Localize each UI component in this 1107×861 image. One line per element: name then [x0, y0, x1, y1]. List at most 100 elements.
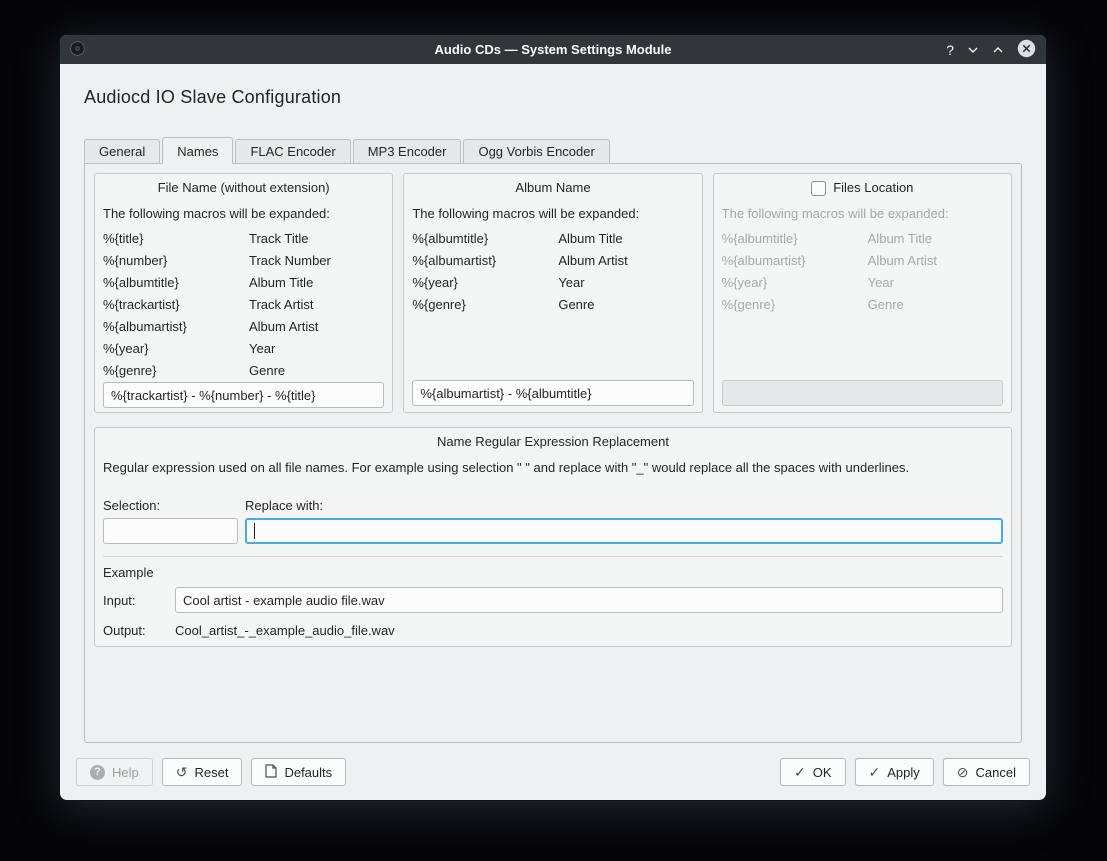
- macro-row: %{albumtitle} Album Title: [412, 228, 693, 250]
- file-name-groupbox: File Name (without extension) The follow…: [94, 173, 393, 413]
- macro-row: %{title} Track Title: [103, 228, 384, 250]
- defaults-button[interactable]: Defaults: [251, 758, 346, 786]
- example-output-label: Output:: [103, 623, 175, 638]
- album-name-groupbox-title: Album Name: [412, 180, 693, 196]
- settings-window: Audio CDs — System Settings Module ?: [60, 35, 1046, 800]
- cancel-button-label: Cancel: [976, 765, 1016, 780]
- macro-row: %{genre} Genre: [103, 360, 384, 382]
- ok-button[interactable]: ✓ OK: [780, 758, 846, 786]
- macro-description: Genre: [868, 294, 1003, 316]
- macro-name: %{albumtitle}: [722, 228, 868, 250]
- cancel-button[interactable]: ⊘ Cancel: [943, 758, 1030, 786]
- apply-button-label: Apply: [887, 765, 920, 780]
- macro-name: %{year}: [412, 272, 558, 294]
- titlebar-help-button[interactable]: ?: [946, 43, 954, 57]
- selection-input[interactable]: [103, 518, 238, 544]
- album-name-macros-intro: The following macros will be expanded:: [412, 206, 693, 222]
- titlebar-rollup-button[interactable]: [992, 42, 1004, 57]
- macro-row: %{year} Year: [412, 272, 693, 294]
- names-tab-panel: File Name (without extension) The follow…: [84, 163, 1022, 743]
- regex-groupbox-title: Name Regular Expression Replacement: [103, 434, 1003, 450]
- regex-replacement-groupbox: Name Regular Expression Replacement Regu…: [94, 427, 1012, 647]
- close-icon: [1017, 39, 1036, 61]
- file-name-macro-table: %{title} Track Title %{number} Track Num…: [103, 228, 384, 382]
- file-name-pattern-input[interactable]: [103, 382, 384, 408]
- reset-button-label: Reset: [194, 765, 228, 780]
- example-label: Example: [103, 565, 1003, 581]
- tab-names[interactable]: Names: [162, 137, 233, 164]
- album-name-pattern-input[interactable]: [412, 380, 693, 406]
- macro-row: %{year} Year: [722, 272, 1003, 294]
- files-location-checkbox[interactable]: [811, 181, 826, 196]
- macro-description: Album Artist: [868, 250, 1003, 272]
- audiocd-window-icon: [70, 41, 85, 59]
- macro-description: Album Artist: [558, 250, 693, 272]
- tab-mp3-encoder[interactable]: MP3 Encoder: [353, 139, 462, 164]
- macro-row: %{trackartist} Track Artist: [103, 294, 384, 316]
- replace-with-input[interactable]: [245, 518, 1003, 544]
- macro-description: Genre: [558, 294, 693, 316]
- files-location-groupbox: Files Location The following macros will…: [713, 173, 1012, 413]
- titlebar-rolldown-button[interactable]: [967, 42, 979, 57]
- macro-description: Album Artist: [249, 316, 384, 338]
- files-location-macros-intro: The following macros will be expanded:: [722, 206, 1003, 222]
- titlebar-close-button[interactable]: [1017, 39, 1036, 61]
- files-location-macro-table: %{albumtitle} Album Title %{albumartist}…: [722, 228, 1003, 316]
- macro-row: %{number} Track Number: [103, 250, 384, 272]
- macro-description: Album Title: [249, 272, 384, 294]
- tab-bar: General Names FLAC Encoder MP3 Encoder O…: [84, 137, 1022, 164]
- chevron-down-icon: [967, 42, 979, 57]
- titlebar: Audio CDs — System Settings Module ?: [60, 35, 1046, 64]
- macro-description: Track Title: [249, 228, 384, 250]
- apply-button[interactable]: ✓ Apply: [855, 758, 934, 786]
- replace-with-label: Replace with:: [245, 498, 323, 514]
- selection-label: Selection:: [103, 498, 245, 514]
- macro-row: %{albumartist} Album Artist: [103, 316, 384, 338]
- macro-description: Genre: [249, 360, 384, 382]
- help-icon: ?: [90, 765, 105, 780]
- macro-name: %{genre}: [103, 360, 249, 382]
- album-name-macro-table: %{albumtitle} Album Title %{albumartist}…: [412, 228, 693, 316]
- macro-description: Track Artist: [249, 294, 384, 316]
- album-name-groupbox: Album Name The following macros will be …: [403, 173, 702, 413]
- example-output-value: Cool_artist_-_example_audio_file.wav: [175, 623, 395, 638]
- macro-row: %{albumtitle} Album Title: [722, 228, 1003, 250]
- macro-row: %{year} Year: [103, 338, 384, 360]
- macro-description: Year: [868, 272, 1003, 294]
- macro-name: %{year}: [722, 272, 868, 294]
- macro-description: Year: [249, 338, 384, 360]
- macro-description: Year: [558, 272, 693, 294]
- macro-name: %{albumtitle}: [412, 228, 558, 250]
- tab-general[interactable]: General: [84, 139, 160, 164]
- document-revert-icon: [265, 764, 277, 781]
- help-button[interactable]: ? Help: [76, 758, 153, 786]
- macro-name: %{number}: [103, 250, 249, 272]
- macro-name: %{albumartist}: [722, 250, 868, 272]
- macro-row: %{genre} Genre: [412, 294, 693, 316]
- regex-description: Regular expression used on all file name…: [103, 460, 1003, 476]
- macro-name: %{genre}: [722, 294, 868, 316]
- macro-name: %{genre}: [412, 294, 558, 316]
- macro-row: %{albumtitle} Album Title: [103, 272, 384, 294]
- dialog-button-bar: ? Help ↺ Reset Defaults ✓ OK ✓ Apply: [60, 758, 1046, 786]
- question-mark-icon: ?: [946, 43, 954, 57]
- example-input-field[interactable]: [175, 587, 1003, 613]
- macro-name: %{albumtitle}: [103, 272, 249, 294]
- macro-description: Album Title: [558, 228, 693, 250]
- macro-row: %{genre} Genre: [722, 294, 1003, 316]
- text-cursor: [254, 523, 255, 539]
- macro-row: %{albumartist} Album Artist: [722, 250, 1003, 272]
- macro-name: %{title}: [103, 228, 249, 250]
- macro-name: %{year}: [103, 338, 249, 360]
- ok-button-label: OK: [813, 765, 832, 780]
- reset-button[interactable]: ↺ Reset: [162, 758, 243, 786]
- tab-flac-encoder[interactable]: FLAC Encoder: [235, 139, 350, 164]
- macro-name: %{albumartist}: [412, 250, 558, 272]
- file-name-macros-intro: The following macros will be expanded:: [103, 206, 384, 222]
- checkmark-icon: ✓: [869, 765, 881, 779]
- files-location-groupbox-title: Files Location: [833, 180, 913, 196]
- defaults-button-label: Defaults: [284, 765, 332, 780]
- circle-slash-icon: ⊘: [957, 765, 969, 779]
- example-divider: [103, 556, 1003, 557]
- tab-ogg-vorbis-encoder[interactable]: Ogg Vorbis Encoder: [463, 139, 609, 164]
